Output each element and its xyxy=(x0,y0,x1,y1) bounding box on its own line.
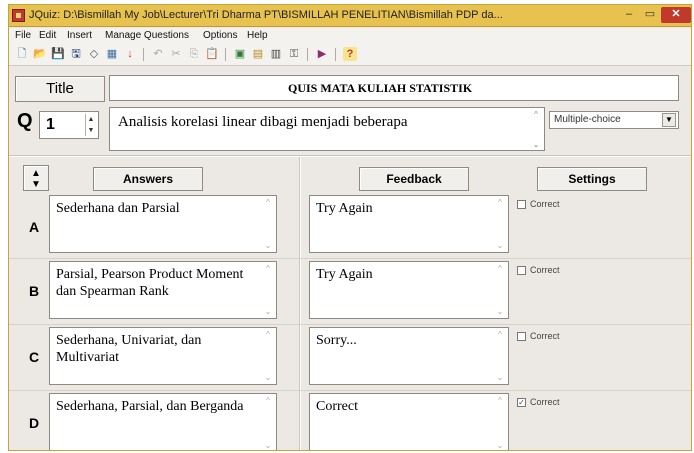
feedback-text-b: Try Again xyxy=(316,267,373,282)
correct-label: Correct xyxy=(530,265,560,275)
row-separator xyxy=(9,258,691,259)
checkbox-icon[interactable] xyxy=(517,332,526,342)
copy-icon[interactable]: ⎘ xyxy=(187,47,201,61)
web-export-icon[interactable]: ▤ xyxy=(251,47,265,61)
jquiz-window: JQuiz: D:\Bismillah My Job\Lecturer\Tri … xyxy=(8,4,692,451)
feedback-text-a: Try Again xyxy=(316,201,373,216)
answer-scrollbar[interactable]: ^ ⌄ xyxy=(262,264,274,316)
menu-insert[interactable]: Insert xyxy=(67,30,92,41)
answer-scrollbar[interactable]: ^ ⌄ xyxy=(262,396,274,450)
answer-field-c[interactable]: Sederhana, Univariat, dan Multivariat ^ ⌄ xyxy=(49,327,277,385)
column-divider xyxy=(299,157,301,450)
checkbox-checked-icon[interactable]: ✓ xyxy=(517,398,526,408)
close-button[interactable]: ✕ xyxy=(661,7,691,23)
answer-field-d[interactable]: Sederhana, Parsial, dan Berganda ^ ⌄ xyxy=(49,393,277,450)
feedback-text-c: Sorry... xyxy=(316,333,357,348)
paste-icon[interactable]: 📋 xyxy=(205,47,219,61)
answer-field-b[interactable]: Parsial, Pearson Product Moment dan Spea… xyxy=(49,261,277,319)
toolbar-separator xyxy=(335,48,336,61)
media-icon[interactable]: ▶ xyxy=(315,47,329,61)
new-file-icon[interactable]: 🗋 xyxy=(15,47,29,61)
correct-checkbox-c[interactable]: Correct xyxy=(517,331,560,342)
help-icon[interactable]: ? xyxy=(343,47,357,61)
up-down-arrows-icon: ▲ ▼ xyxy=(31,168,41,190)
feedback-field-b[interactable]: Try Again ^ ⌄ xyxy=(309,261,509,319)
title-bar: JQuiz: D:\Bismillah My Job\Lecturer\Tri … xyxy=(9,5,691,27)
question-number: 1 xyxy=(46,116,55,133)
chevron-down-icon[interactable]: ▼ xyxy=(662,113,676,127)
toolbar-separator xyxy=(307,48,308,61)
checkbox-icon[interactable] xyxy=(517,266,526,276)
feedback-header-button[interactable]: Feedback xyxy=(359,167,469,191)
answer-letter-d: D xyxy=(29,415,40,431)
answers-header-button[interactable]: Answers xyxy=(93,167,203,191)
cut-icon[interactable]: ✂ xyxy=(169,47,183,61)
question-label: Q xyxy=(17,110,33,132)
menu-file[interactable]: File xyxy=(15,30,31,41)
feedback-text-d: Correct xyxy=(316,399,358,414)
config-icon[interactable]: ▣ xyxy=(233,47,247,61)
correct-checkbox-b[interactable]: Correct xyxy=(517,265,560,276)
menu-manage-questions[interactable]: Manage Questions xyxy=(105,30,189,41)
section-divider xyxy=(9,155,691,157)
feedback-field-d[interactable]: Correct ^ ⌄ xyxy=(309,393,509,450)
answer-text-b: Parsial, Pearson Product Moment dan Spea… xyxy=(56,267,244,299)
toolbar-separator xyxy=(225,48,226,61)
open-folder-icon[interactable]: 📂 xyxy=(33,47,47,61)
question-scrollbar[interactable]: ^ ⌄ xyxy=(530,110,542,150)
answer-letter-b: B xyxy=(29,283,40,299)
down-arrow-icon[interactable]: ↓ xyxy=(123,47,137,61)
save-icon[interactable]: 💾 xyxy=(51,47,65,61)
checkbox-icon[interactable] xyxy=(517,200,526,210)
undo-icon[interactable]: ↶ xyxy=(151,47,165,61)
feedback-scrollbar[interactable]: ^ ⌄ xyxy=(494,264,506,316)
feedback-scrollbar[interactable]: ^ ⌄ xyxy=(494,330,506,382)
correct-label: Correct xyxy=(530,199,560,209)
answer-letter-a: A xyxy=(29,219,40,235)
question-text-field[interactable]: Analisis korelasi linear dibagi menjadi … xyxy=(109,107,545,151)
correct-label: Correct xyxy=(530,331,560,341)
answer-text-d: Sederhana, Parsial, dan Berganda xyxy=(56,399,244,414)
tools-icon[interactable]: ▥ xyxy=(269,47,283,61)
app-icon xyxy=(12,9,25,22)
quiz-title-field[interactable]: QUIS MATA KULIAH STATISTIK xyxy=(109,75,679,101)
toolbar: 🗋 📂 💾 🖫 ◇ ▦ ↓ ↶ ✂ ⎘ 📋 ▣ ▤ ▥ ⚿ ▶ ? xyxy=(9,44,691,66)
answer-scrollbar[interactable]: ^ ⌄ xyxy=(262,198,274,250)
menu-help[interactable]: Help xyxy=(247,30,268,41)
row-separator xyxy=(9,324,691,325)
minimize-button[interactable]: – xyxy=(621,7,637,23)
export-icon[interactable]: ▦ xyxy=(105,47,119,61)
feedback-field-c[interactable]: Sorry... ^ ⌄ xyxy=(309,327,509,385)
toolbar-separator xyxy=(143,48,144,61)
correct-checkbox-a[interactable]: Correct xyxy=(517,199,560,210)
title-button[interactable]: Title xyxy=(15,76,105,102)
menu-bar: File Edit Insert Manage Questions Option… xyxy=(9,28,691,44)
answer-field-a[interactable]: Sederhana dan Parsial ^ ⌄ xyxy=(49,195,277,253)
feedback-field-a[interactable]: Try Again ^ ⌄ xyxy=(309,195,509,253)
quiz-title-value: QUIS MATA KULIAH STATISTIK xyxy=(288,81,473,95)
window-title: JQuiz: D:\Bismillah My Job\Lecturer\Tri … xyxy=(29,9,503,21)
answer-scrollbar[interactable]: ^ ⌄ xyxy=(262,330,274,382)
menu-options[interactable]: Options xyxy=(203,30,237,41)
question-type-value: Multiple-choice xyxy=(554,114,621,125)
key-icon[interactable]: ⚿ xyxy=(287,47,301,61)
maximize-button[interactable]: ▭ xyxy=(641,7,659,23)
answer-letter-c: C xyxy=(29,349,40,365)
settings-header-button[interactable]: Settings xyxy=(537,167,647,191)
feedback-scrollbar[interactable]: ^ ⌄ xyxy=(494,396,506,450)
row-separator xyxy=(9,390,691,391)
reorder-button[interactable]: ▲ ▼ xyxy=(23,165,49,191)
correct-checkbox-d[interactable]: ✓ Correct xyxy=(517,397,560,408)
feedback-scrollbar[interactable]: ^ ⌄ xyxy=(494,198,506,250)
correct-label: Correct xyxy=(530,397,560,407)
question-text: Analisis korelasi linear dibagi menjadi … xyxy=(118,114,408,130)
spin-arrows-icon[interactable]: ▲ ▼ xyxy=(85,114,96,136)
question-number-stepper[interactable]: 1 ▲ ▼ xyxy=(39,111,99,139)
question-type-select[interactable]: Multiple-choice ▼ xyxy=(549,111,679,129)
answer-text-c: Sederhana, Univariat, dan Multivariat xyxy=(56,333,202,365)
menu-edit[interactable]: Edit xyxy=(39,30,56,41)
save-as-icon[interactable]: 🖫 xyxy=(69,47,83,61)
answer-text-a: Sederhana dan Parsial xyxy=(56,201,180,216)
diamond-icon[interactable]: ◇ xyxy=(87,47,101,61)
